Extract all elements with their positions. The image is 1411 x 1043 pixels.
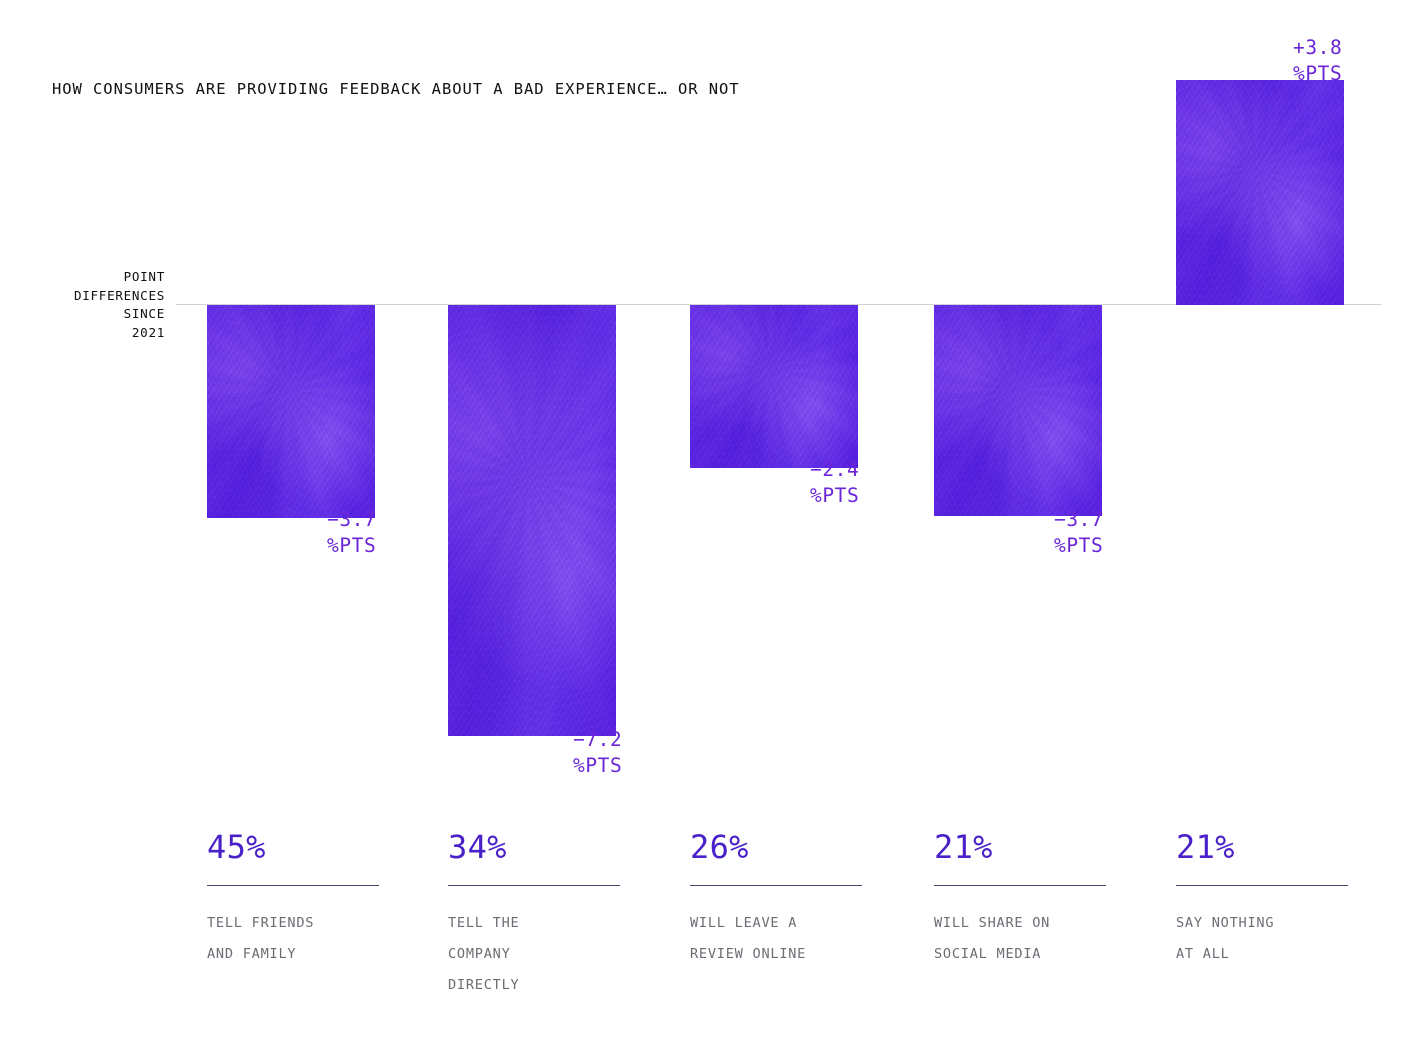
stat-label-5-line-2: AT ALL: [1176, 946, 1230, 962]
stat-label-2-line-2: COMPANY: [448, 946, 511, 962]
stat-block-will-share-on-social-media: 21% WILL SHARE ON SOCIAL MEDIA: [934, 826, 1106, 970]
stat-label-2: TELL THE COMPANY DIRECTLY: [448, 908, 620, 1001]
stat-label-1-line-1: TELL FRIENDS: [207, 915, 315, 931]
stat-label-3-line-1: WILL LEAVE A: [690, 915, 798, 931]
stat-block-tell-the-company-directly: 34% TELL THE COMPANY DIRECTLY: [448, 826, 620, 1001]
stat-label-4: WILL SHARE ON SOCIAL MEDIA: [934, 908, 1106, 970]
stat-label-4-line-2: SOCIAL MEDIA: [934, 946, 1042, 962]
stat-label-2-line-1: TELL THE: [448, 915, 520, 931]
stat-block-will-leave-a-review-online: 26% WILL LEAVE A REVIEW ONLINE: [690, 826, 862, 970]
stat-label-1: TELL FRIENDS AND FAMILY: [207, 908, 379, 970]
stat-percent-3: 26%: [690, 828, 749, 866]
stat-rule-4: [934, 885, 1106, 886]
stat-block-say-nothing-at-all: 21% SAY NOTHING AT ALL: [1176, 826, 1348, 970]
stat-blocks: 45% TELL FRIENDS AND FAMILY 34% TELL THE…: [0, 0, 1411, 1043]
stat-percent-1: 45%: [207, 828, 266, 866]
stat-block-tell-friends-and-family: 45% TELL FRIENDS AND FAMILY: [207, 826, 379, 970]
stat-label-3: WILL LEAVE A REVIEW ONLINE: [690, 908, 862, 970]
stat-label-2-line-3: DIRECTLY: [448, 977, 520, 993]
stat-rule-2: [448, 885, 620, 886]
stat-percent-4: 21%: [934, 828, 993, 866]
stat-label-1-line-2: AND FAMILY: [207, 946, 297, 962]
stat-label-5: SAY NOTHING AT ALL: [1176, 908, 1348, 970]
stat-rule-3: [690, 885, 862, 886]
stat-percent-2: 34%: [448, 828, 507, 866]
stat-rule-5: [1176, 885, 1348, 886]
stat-label-3-line-2: REVIEW ONLINE: [690, 946, 807, 962]
stat-label-5-line-1: SAY NOTHING: [1176, 915, 1275, 931]
stat-percent-5: 21%: [1176, 828, 1235, 866]
stat-label-4-line-1: WILL SHARE ON: [934, 915, 1051, 931]
stat-rule-1: [207, 885, 379, 886]
